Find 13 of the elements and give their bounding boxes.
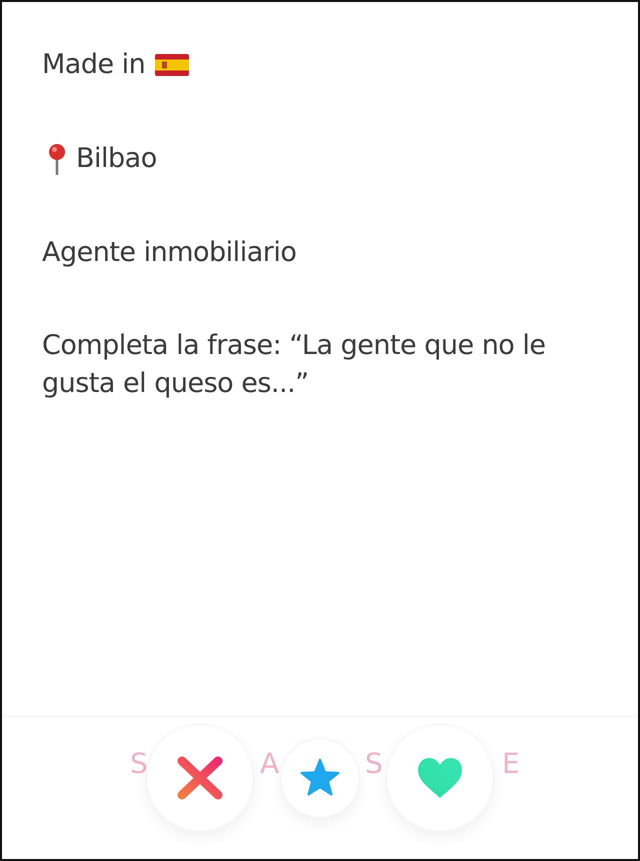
profile-text: Completa la frase: “La gente que no le gusta el queso es...” [42,329,547,402]
profile-text: Bilbao [76,142,157,176]
pin-icon [48,142,66,175]
flag-icon [155,54,190,76]
star-icon [299,758,341,798]
share-text: S [130,747,148,780]
profile-text: Made in [42,48,146,82]
profile-text: Agente inmobiliario [42,236,296,270]
share-text: E [502,747,520,780]
close-icon [176,755,224,801]
heart-icon [416,757,464,799]
share-text: S [365,747,383,780]
share-text: A [260,747,280,780]
